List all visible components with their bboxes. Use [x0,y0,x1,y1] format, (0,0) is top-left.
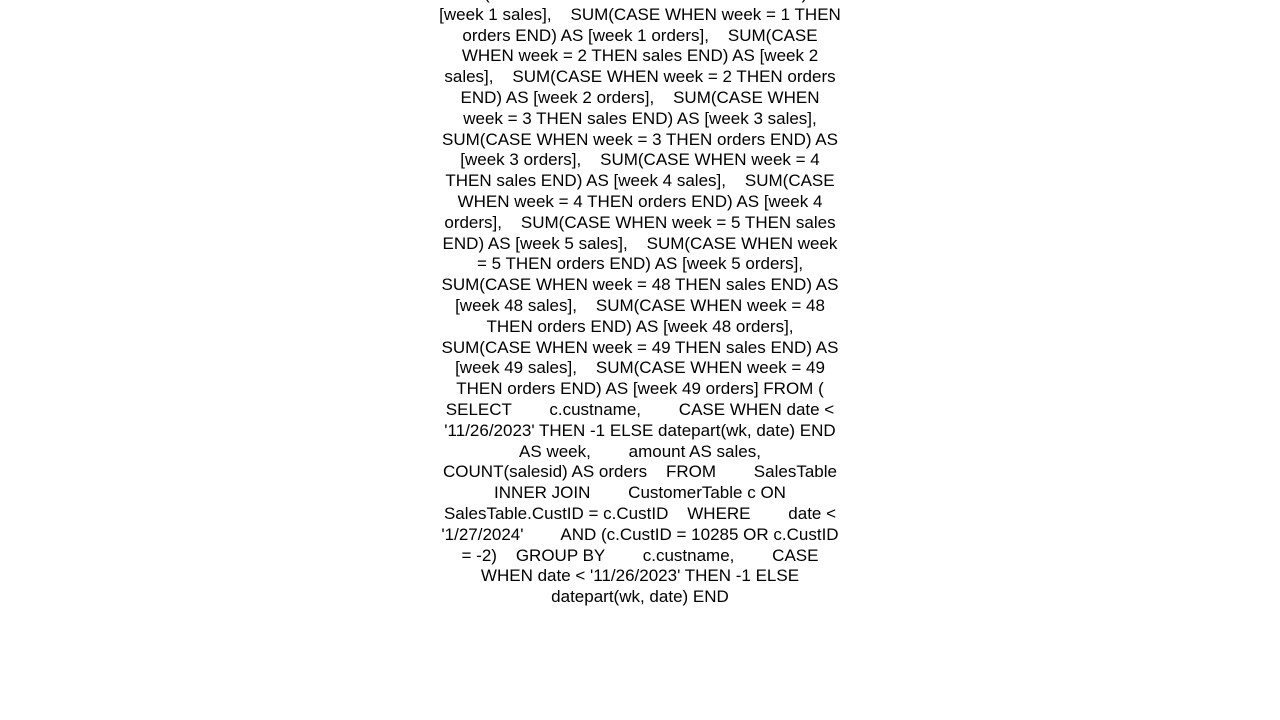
page-viewport: SUM(CASE WHEN week = 1 THEN sales END) A… [0,0,1280,720]
sql-query-text[interactable]: SUM(CASE WHEN week = 1 THEN sales END) A… [439,0,842,608]
